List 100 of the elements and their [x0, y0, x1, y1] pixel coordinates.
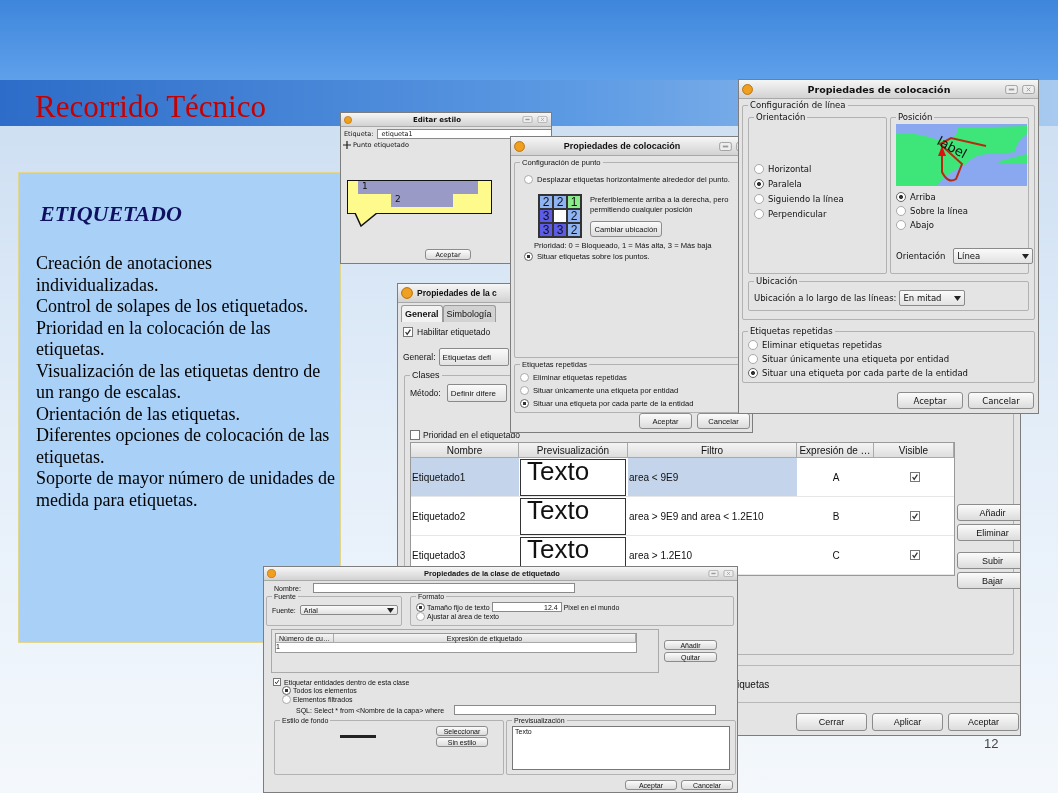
field-label: Ubicación a lo largo de las líneas:: [754, 293, 897, 303]
general-dropdown[interactable]: Etiquetas defi: [438, 348, 509, 366]
column-header[interactable]: Visible: [874, 443, 954, 458]
app-icon: [344, 115, 352, 124]
window-title: Propiedades de colocación: [806, 83, 952, 95]
option-label: Siguiendo la línea: [768, 194, 844, 204]
tab[interactable]: General: [401, 305, 443, 322]
column-header[interactable]: Previsualización: [519, 443, 628, 458]
checkbox[interactable]: [909, 511, 920, 521]
radio-button[interactable]: [520, 386, 529, 395]
side-button[interactable]: Bajar: [957, 572, 1020, 589]
option-label: Situar únicamente una etiqueta por entidad: [762, 354, 950, 364]
minimize-button[interactable]: [522, 116, 533, 123]
dialog-button[interactable]: Aceptar: [948, 713, 1019, 731]
radio-button[interactable]: [520, 399, 529, 408]
slide-title: Recorrido Técnico: [35, 89, 266, 125]
radio-button[interactable]: [754, 179, 764, 189]
accept-button[interactable]: Aceptar: [897, 392, 963, 409]
radio-button[interactable]: [896, 206, 906, 216]
checkbox[interactable]: [909, 472, 920, 482]
dialog-button[interactable]: Cerrar: [796, 713, 867, 731]
column-header[interactable]: Expresión de …: [797, 443, 874, 458]
close-button[interactable]: [723, 570, 734, 577]
table-cell: area < 9E9: [628, 458, 797, 497]
radio-button[interactable]: [282, 686, 291, 695]
group-title: Clases: [411, 370, 441, 380]
radio-button[interactable]: [520, 373, 529, 382]
minimize-button[interactable]: [1005, 84, 1018, 94]
priority-cell[interactable]: 3: [553, 223, 567, 237]
field-label: Método:: [410, 388, 441, 398]
priority-cell[interactable]: 2: [567, 223, 581, 237]
label-number: 1: [358, 181, 478, 194]
radio-button[interactable]: [754, 209, 764, 219]
priority-cell[interactable]: 3: [539, 209, 553, 223]
column-header[interactable]: Filtro: [628, 443, 797, 458]
orientation-dropdown[interactable]: Línea: [953, 248, 1034, 264]
radio-button[interactable]: [896, 220, 906, 230]
column-header[interactable]: Nombre: [411, 443, 519, 458]
priority-cell[interactable]: [553, 209, 567, 223]
minimize-button[interactable]: [708, 570, 719, 577]
checkbox[interactable]: [909, 550, 920, 560]
priority-cell[interactable]: 3: [539, 223, 553, 237]
radio-button[interactable]: [282, 695, 291, 704]
field-label: Orientación: [896, 251, 946, 261]
option-label: Arriba: [910, 192, 936, 202]
checkbox[interactable]: [410, 430, 420, 440]
radio-button[interactable]: [748, 340, 758, 350]
radio-button[interactable]: [524, 252, 533, 261]
group-title: Etiquetas repetidas: [749, 326, 834, 336]
feature-item: Visualización de las etiquetas dentro de un rango de escalas.: [36, 360, 322, 404]
feature-item: Prioridad en la colocación de las etiquetas.: [36, 317, 272, 361]
priority-cell[interactable]: 2: [539, 195, 553, 209]
side-button[interactable]: Subir: [957, 552, 1020, 569]
style-sample-drawing: [340, 734, 376, 739]
table-cell: Etiquetado1: [411, 458, 519, 497]
checkbox[interactable]: [273, 678, 281, 686]
radio-button[interactable]: [748, 354, 758, 364]
name-field[interactable]: [312, 583, 575, 593]
option-label: Horizontal: [768, 164, 812, 174]
location-dropdown[interactable]: En mitad: [899, 290, 966, 306]
sql-field[interactable]: [454, 705, 717, 715]
feature-item: Creación de anotaciones individualizadas.: [36, 253, 213, 296]
priority-cell[interactable]: 1: [567, 195, 581, 209]
radio-button[interactable]: [748, 368, 758, 378]
option-label: Sobre la línea: [910, 206, 969, 216]
tab[interactable]: Simbología: [442, 305, 496, 322]
dialog-button[interactable]: Aplicar: [872, 713, 943, 731]
side-button[interactable]: Eliminar: [957, 524, 1020, 541]
close-button[interactable]: [537, 116, 548, 123]
caret-icon: [386, 607, 394, 613]
radio-button[interactable]: [416, 612, 425, 621]
checkbox-label: Habilitar etiquetado: [417, 327, 491, 337]
radio-button[interactable]: [416, 602, 425, 612]
app-icon: [401, 287, 413, 299]
preview-text: Texto: [520, 458, 626, 496]
close-button[interactable]: [1022, 84, 1035, 94]
window-title: Propiedades de colocación: [562, 141, 682, 151]
priority-grid[interactable]: 2 2 1 3 2 3 3 2: [538, 194, 582, 238]
feature-item: Orientación de las etiquetas.: [36, 403, 241, 425]
checkbox[interactable]: [403, 327, 413, 337]
priority-cell[interactable]: 2: [553, 195, 567, 209]
feature-item: Soporte de mayor número de unidades de medida para etiquetas.: [36, 468, 336, 511]
priority-cell[interactable]: 2: [567, 209, 581, 223]
group-title: Orientación: [755, 112, 807, 122]
method-dropdown[interactable]: Definir difere: [446, 384, 507, 402]
app-icon: [267, 569, 276, 578]
radio-button[interactable]: [896, 192, 906, 202]
label-number: 2: [391, 194, 453, 207]
plus-icon: [343, 141, 351, 149]
radio-button[interactable]: [754, 194, 764, 204]
preview-label: label: [934, 133, 970, 162]
page-number: 12: [984, 737, 999, 751]
cancel-button[interactable]: Cancelar: [968, 392, 1034, 409]
radio-button[interactable]: [524, 175, 533, 184]
section-heading: ETIQUETADO: [40, 201, 183, 227]
radio-button[interactable]: [754, 164, 764, 174]
group-title: Configuración de línea: [749, 100, 847, 110]
feature-item: Control de solapes de los etiquetados.: [36, 296, 309, 318]
minimize-button[interactable]: [719, 141, 732, 151]
side-button[interactable]: Añadir: [957, 504, 1020, 521]
